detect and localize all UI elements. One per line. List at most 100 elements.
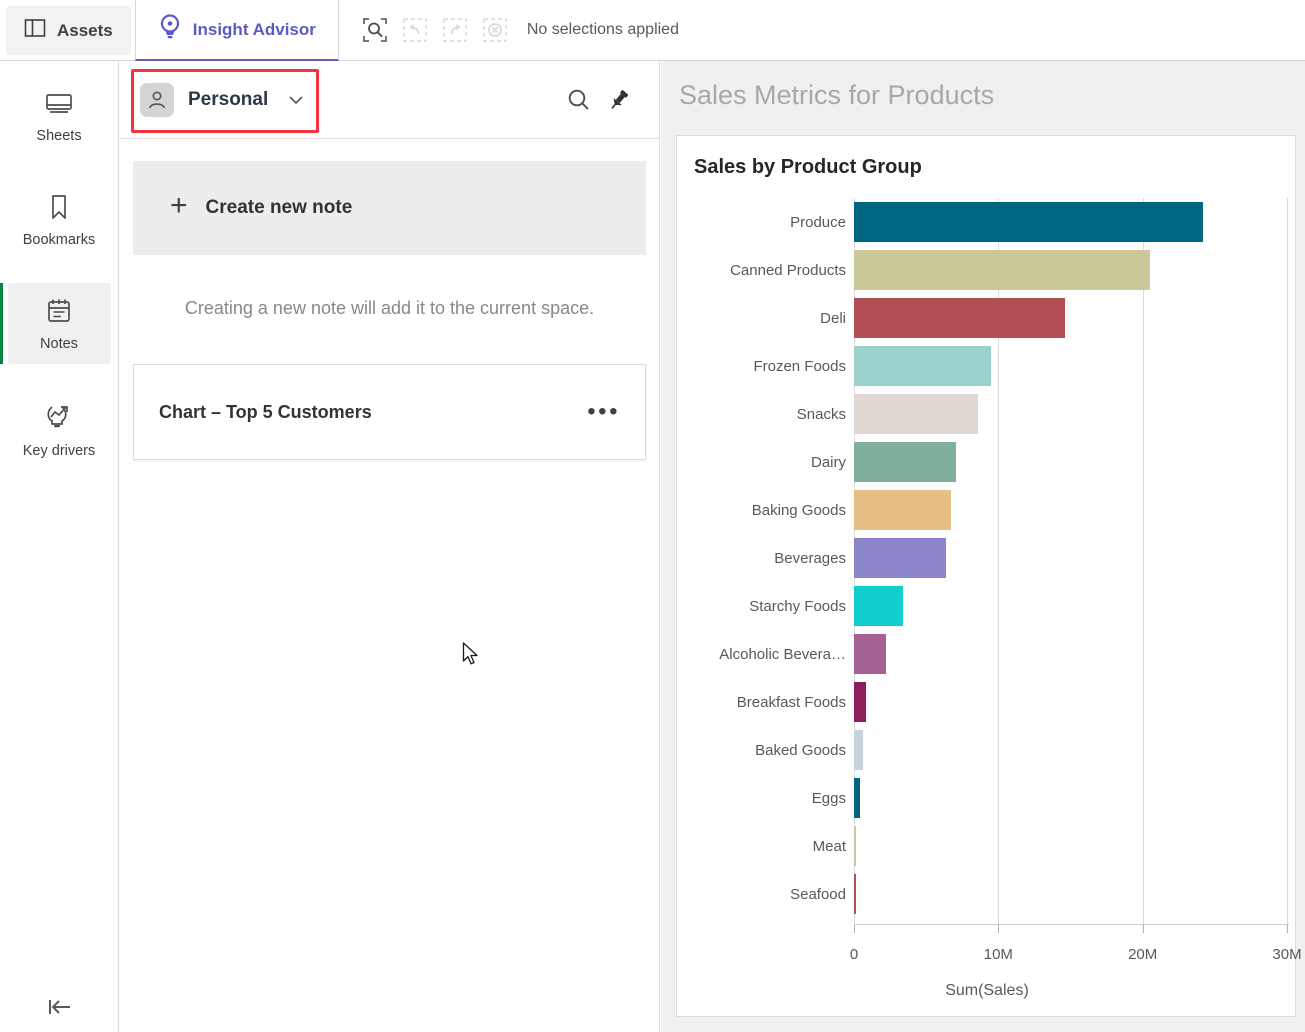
bar[interactable] (854, 538, 947, 578)
plus-icon: + (170, 189, 188, 222)
tab-insight-advisor[interactable]: Insight Advisor (134, 0, 339, 61)
bar[interactable] (854, 490, 951, 530)
bar[interactable] (854, 346, 992, 386)
bar-row[interactable]: Meat (677, 822, 1297, 870)
sidebar-item-sheets[interactable]: Sheets (8, 77, 111, 156)
list-item[interactable]: Chart – Top 5 Customers ••• (133, 364, 646, 460)
redo-button[interactable] (437, 12, 473, 48)
bar-track (854, 298, 1297, 338)
chevron-down-icon[interactable] (288, 94, 304, 106)
bar-category-label: Alcoholic Bevera… (719, 645, 846, 663)
x-axis-tick (1142, 925, 1144, 933)
bar-row[interactable]: Eggs (677, 774, 1297, 822)
bar-row[interactable]: Baking Goods (677, 486, 1297, 534)
create-new-note-label: Create new note (205, 197, 353, 218)
tab-assets-label: Assets (57, 20, 113, 40)
sheets-icon (44, 91, 74, 121)
bar-row[interactable]: Breakfast Foods (677, 678, 1297, 726)
bar-track (854, 202, 1297, 242)
bar[interactable] (854, 682, 866, 722)
tab-assets[interactable]: Assets (6, 6, 131, 55)
x-axis-tick (998, 925, 1000, 933)
sidebar-item-sheets-label: Sheets (36, 128, 82, 144)
x-axis-tick (1287, 925, 1288, 933)
notes-icon (45, 297, 73, 329)
qlik-sense-app: Assets Insight Advisor No selections app… (0, 0, 1305, 1032)
bar-category-label: Frozen Foods (753, 357, 846, 375)
bar-category-label: Meat (812, 837, 846, 855)
bar[interactable] (854, 778, 861, 818)
page-title: Sales Metrics for Products (679, 80, 995, 110)
sidebar-item-key-drivers-label: Key drivers (22, 443, 96, 459)
bar[interactable] (854, 634, 886, 674)
space-selector[interactable]: Personal (140, 82, 269, 117)
bar-category-label: Dairy (810, 453, 846, 471)
bar[interactable] (854, 250, 1150, 290)
sidebar-item-bookmarks-label: Bookmarks (22, 232, 96, 248)
panel-icon (24, 18, 46, 43)
tab-insight-advisor-label: Insight Advisor (192, 19, 316, 39)
x-axis-tick (854, 925, 855, 933)
person-icon (140, 82, 174, 117)
top-toolbar: Assets Insight Advisor No selections app… (0, 0, 1305, 61)
bar[interactable] (854, 202, 1204, 242)
bar-category-label: Baking Goods (751, 501, 846, 519)
undo-button[interactable] (397, 12, 433, 48)
bar[interactable] (854, 298, 1065, 338)
bar-row[interactable]: Deli (677, 294, 1297, 342)
chart-card: Sales by Product Group Produce Canned Pro… (676, 135, 1302, 1017)
search-icon[interactable] (559, 80, 599, 120)
bar-row[interactable]: Produce (677, 198, 1297, 246)
notes-hint-text: Creating a new note will add it to the c… (184, 298, 595, 318)
bar-row[interactable]: Starchy Foods (677, 582, 1297, 630)
sidebar-item-notes-label: Notes (40, 336, 78, 352)
bar-track (854, 346, 1297, 386)
bar-category-label: Baked Goods (755, 741, 846, 759)
x-axis-tick-label: 10M (983, 946, 1013, 963)
pin-icon[interactable] (599, 80, 639, 120)
bar-track (854, 634, 1297, 674)
space-name-label: Personal (188, 88, 269, 110)
bar-row[interactable]: Snacks (677, 390, 1297, 438)
bar-track (854, 586, 1297, 626)
bar-track (854, 874, 1297, 914)
sidebar-item-notes[interactable]: Notes (0, 283, 111, 364)
collapse-left-icon[interactable] (0, 996, 119, 1018)
clear-selections-button[interactable] (477, 12, 513, 48)
selection-status-text: No selections applied (526, 21, 679, 38)
bar[interactable] (854, 394, 979, 434)
bar[interactable] (854, 826, 856, 866)
bar[interactable] (854, 874, 856, 914)
bar-track (854, 682, 1297, 722)
left-rail: Sheets Bookmarks Notes Key drivers (0, 61, 119, 1032)
create-new-note-button[interactable]: + Create new note (133, 161, 646, 255)
bar-row[interactable]: Alcoholic Bevera… (677, 630, 1297, 678)
selection-toolbar: No selections applied (339, 0, 679, 60)
bar[interactable] (854, 442, 957, 482)
bar-row[interactable]: Seafood (677, 870, 1297, 918)
lightbulb-eye-icon (158, 14, 182, 45)
bar-row[interactable]: Canned Products (677, 246, 1297, 294)
bar-track (854, 442, 1297, 482)
bar-row[interactable]: Dairy (677, 438, 1297, 486)
bar-track (854, 490, 1297, 530)
x-axis-tick-label: 20M (1128, 946, 1158, 963)
note-title: Chart – Top 5 Customers (159, 401, 372, 422)
bar-row[interactable]: Baked Goods (677, 726, 1297, 774)
key-drivers-icon (44, 404, 74, 436)
bar[interactable] (854, 730, 863, 770)
bar-track (854, 730, 1297, 770)
bar-track (854, 826, 1297, 866)
chart-title: Sales by Product Group (694, 156, 922, 178)
more-options-icon[interactable]: ••• (587, 399, 620, 424)
notes-panel: Personal + Create new note Creating a ne… (120, 61, 660, 1032)
selection-search-button[interactable] (357, 12, 393, 48)
sidebar-item-bookmarks[interactable]: Bookmarks (8, 179, 111, 260)
bar-category-label: Produce (790, 213, 846, 231)
bar-category-label: Seafood (790, 885, 846, 903)
x-axis-tick-label: 30M (1272, 946, 1302, 963)
bar-row[interactable]: Beverages (677, 534, 1297, 582)
sidebar-item-key-drivers[interactable]: Key drivers (8, 390, 111, 471)
bar-row[interactable]: Frozen Foods (677, 342, 1297, 390)
bar[interactable] (854, 586, 904, 626)
